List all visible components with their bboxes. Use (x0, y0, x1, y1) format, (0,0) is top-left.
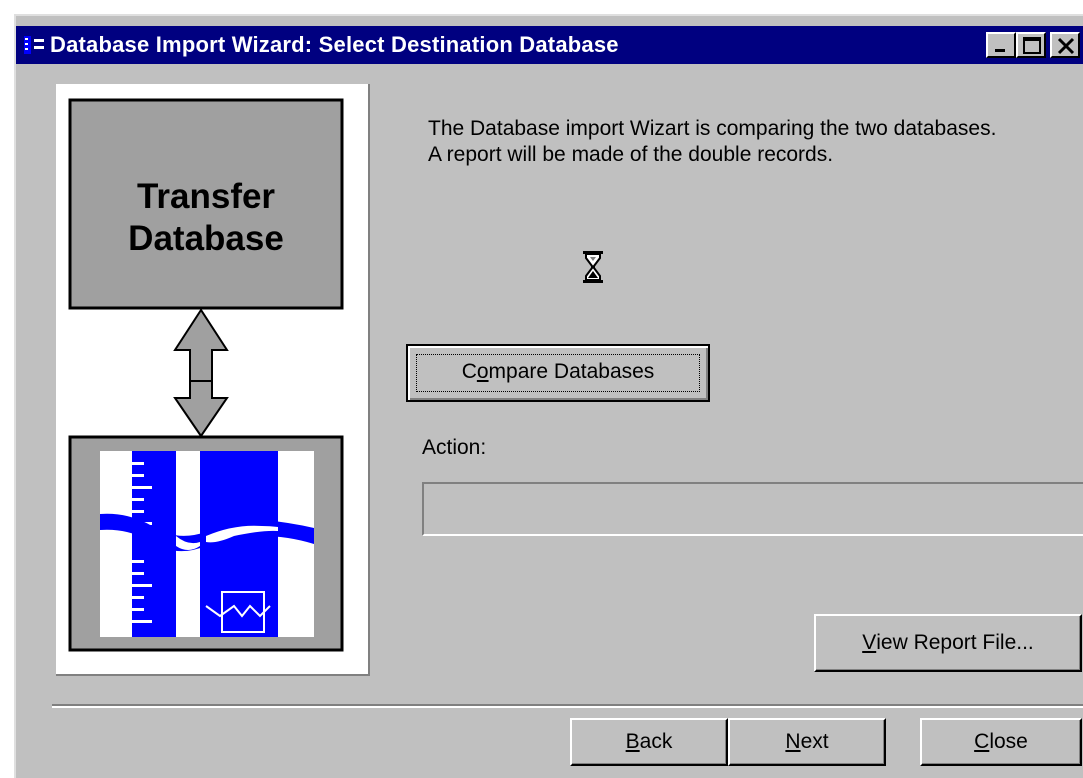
minimize-button[interactable] (986, 32, 1016, 58)
action-label: Action: (422, 436, 487, 459)
button-divider (52, 704, 1083, 708)
view-report-file-button[interactable]: View Report File... (814, 614, 1082, 672)
back-label: Back (625, 730, 673, 753)
status-message: The Database import Wizart is comparing … (428, 116, 996, 168)
close-label: Close (974, 730, 1028, 753)
illustration-title-line1: Transfer (136, 177, 276, 216)
focus-ring (416, 354, 700, 392)
hourglass-icon (583, 251, 603, 283)
message-line-2: A report will be made of the double reco… (428, 143, 834, 166)
minimize-icon (995, 49, 1005, 52)
back-button[interactable]: Back (570, 718, 728, 766)
compare-databases-button[interactable]: Compare Databases (406, 344, 710, 402)
wizard-window: Database Import Wizard: Select Destinati… (14, 14, 1083, 778)
maximize-icon (1023, 37, 1041, 54)
close-window-button[interactable] (1050, 32, 1080, 58)
next-button[interactable]: Next (728, 718, 886, 766)
illustration-title: Transfer Database (70, 176, 342, 260)
action-progress-field (422, 482, 1083, 536)
view-report-file-label: View Report File... (862, 631, 1034, 654)
close-button[interactable]: Close (920, 718, 1082, 766)
message-line-1: The Database import Wizart is comparing … (428, 117, 997, 140)
next-label: Next (785, 730, 829, 753)
illustration-title-line2: Database (128, 219, 284, 258)
maximize-button[interactable] (1016, 32, 1046, 58)
title-bar[interactable]: Database Import Wizard: Select Destinati… (16, 26, 1083, 64)
app-icon[interactable] (24, 34, 46, 56)
window-title: Database Import Wizard: Select Destinati… (50, 32, 619, 57)
close-icon (1057, 37, 1075, 55)
wizard-illustration: Transfer Database (56, 84, 370, 676)
database-transfer-graphic (68, 98, 344, 652)
